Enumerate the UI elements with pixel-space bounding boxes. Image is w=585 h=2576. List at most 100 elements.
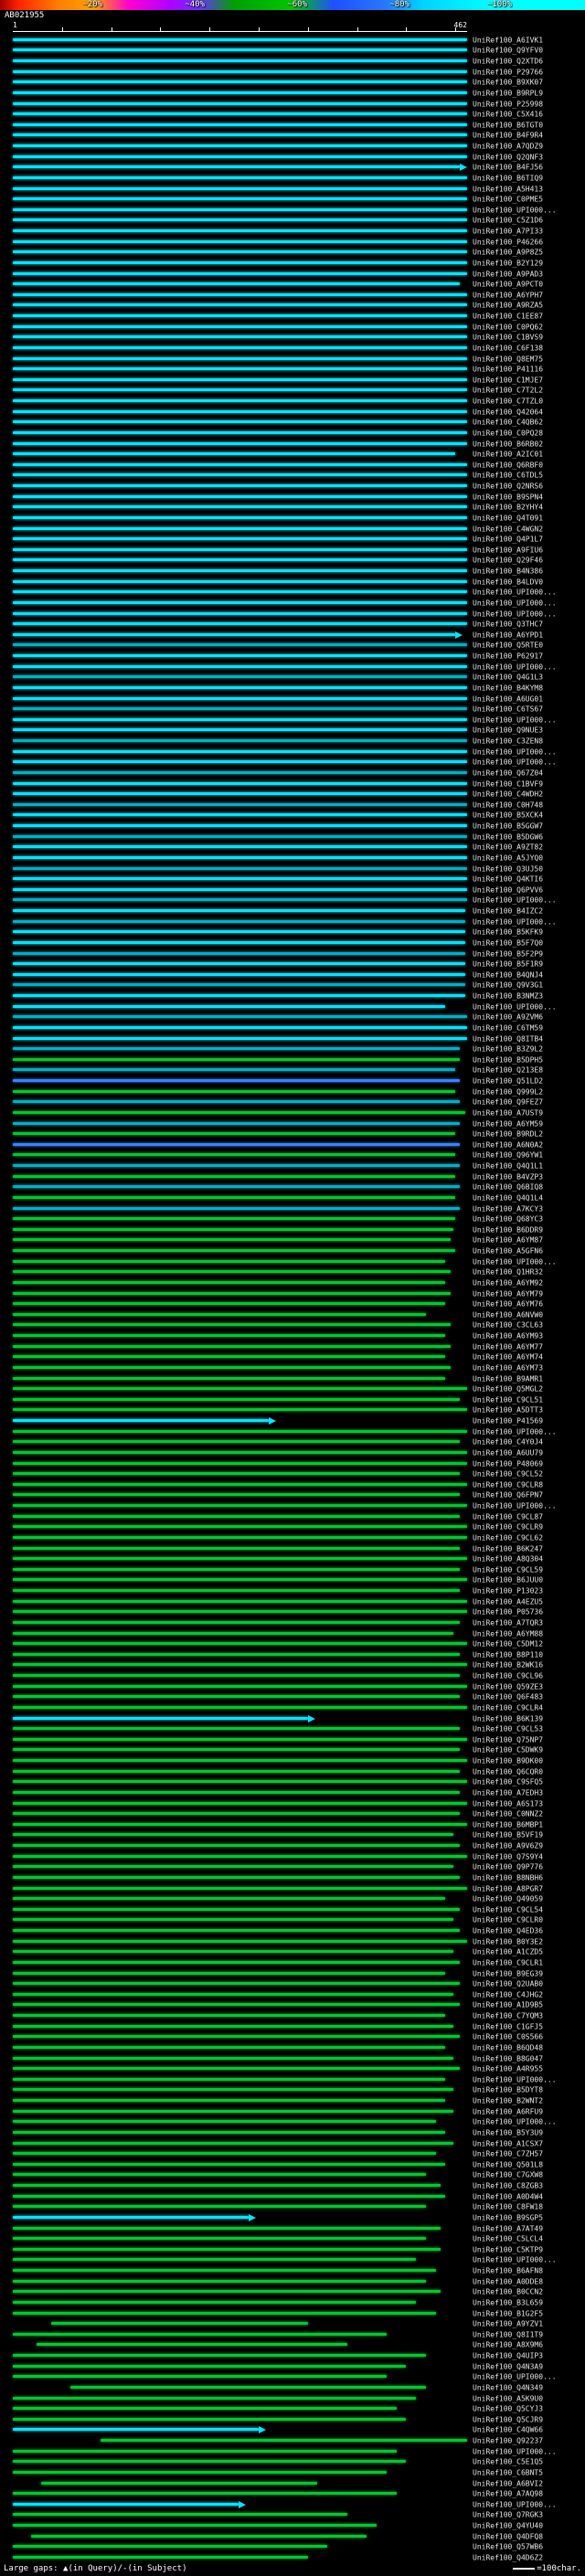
hit-accession-link[interactable]: UniRef100_C5LCL4: [473, 2235, 543, 2243]
alignment-bar[interactable]: [13, 80, 467, 83]
alignment-bar[interactable]: [13, 1738, 467, 1741]
hit-accession-link[interactable]: UniRef100_C4Y0J4: [473, 1438, 543, 1447]
hit-accession-link[interactable]: UniRef100_A1CZD5: [473, 1948, 543, 1956]
hit-accession-link[interactable]: UniRef100_UPI000...: [473, 206, 557, 214]
hit-accession-link[interactable]: UniRef100_C0S566: [473, 2033, 543, 2041]
hit-accession-link[interactable]: UniRef100_B5F7Q0: [473, 938, 543, 947]
hit-accession-link[interactable]: UniRef100_B5KFK9: [473, 928, 543, 937]
hit-accession-link[interactable]: UniRef100_A6UG01: [473, 694, 543, 703]
hit-accession-link[interactable]: UniRef100_B9EG39: [473, 1969, 543, 1977]
hit-accession-link[interactable]: UniRef100_P29766: [473, 68, 543, 76]
hit-accession-link[interactable]: UniRef100_B5F1R9: [473, 960, 543, 969]
hit-accession-link[interactable]: UniRef100_C4QB62: [473, 419, 543, 427]
alignment-bar[interactable]: [13, 293, 467, 296]
hit-accession-link[interactable]: UniRef100_B5DGW6: [473, 832, 543, 841]
hit-accession-link[interactable]: UniRef100_A6YM59: [473, 1119, 543, 1128]
hit-accession-link[interactable]: UniRef100_Q3THC7: [473, 620, 543, 629]
alignment-bar[interactable]: [13, 1727, 460, 1730]
hit-accession-link[interactable]: UniRef100_B3NMZ3: [473, 992, 543, 1001]
alignment-bar[interactable]: [13, 303, 467, 306]
hit-accession-link[interactable]: UniRef100_Q9FEZ7: [473, 1098, 543, 1107]
alignment-bar[interactable]: [13, 38, 467, 41]
hit-accession-link[interactable]: UniRef100_A6BVI2: [473, 2479, 543, 2487]
alignment-bar[interactable]: [13, 2195, 445, 2198]
alignment-bar[interactable]: [13, 2492, 397, 2495]
hit-accession-link[interactable]: UniRef100_UPI000...: [473, 663, 557, 671]
hit-accession-link[interactable]: UniRef100_A7TQR3: [473, 1618, 543, 1627]
alignment-bar[interactable]: [13, 1695, 460, 1698]
alignment-bar[interactable]: [13, 261, 467, 264]
hit-accession-link[interactable]: UniRef100_Q51LD2: [473, 1077, 543, 1086]
hit-accession-link[interactable]: UniRef100_Q49059: [473, 1895, 543, 1903]
alignment-bar[interactable]: [13, 750, 467, 753]
alignment-bar[interactable]: [13, 1812, 460, 1815]
hit-accession-link[interactable]: UniRef100_C1MJE7: [473, 376, 543, 384]
hit-accession-link[interactable]: UniRef100_UPI000...: [473, 747, 557, 756]
hit-accession-link[interactable]: UniRef100_B6DDR9: [473, 1225, 543, 1234]
alignment-bar[interactable]: [13, 1377, 445, 1380]
hit-accession-link[interactable]: UniRef100_C8FW18: [473, 2203, 543, 2211]
hit-accession-link[interactable]: UniRef100_A9RZA5: [473, 302, 543, 310]
hit-accession-link[interactable]: UniRef100_C9CLR1: [473, 1958, 543, 1966]
alignment-bar[interactable]: [13, 2269, 436, 2272]
alignment-bar[interactable]: [13, 1653, 460, 1656]
alignment-bar[interactable]: [37, 2343, 347, 2346]
alignment-bar[interactable]: [13, 1164, 460, 1167]
alignment-bar[interactable]: [13, 452, 455, 455]
hit-accession-link[interactable]: UniRef100_A6YM79: [473, 1289, 543, 1298]
alignment-bar[interactable]: [13, 112, 467, 115]
hit-accession-link[interactable]: UniRef100_C5E1Q5: [473, 2458, 543, 2466]
hit-accession-link[interactable]: UniRef100_B5DYT8: [473, 2086, 543, 2094]
hit-accession-link[interactable]: UniRef100_UPI000...: [473, 1427, 557, 1436]
hit-accession-link[interactable]: UniRef100_Q2UAB0: [473, 1980, 543, 1988]
hit-accession-link[interactable]: UniRef100_A9P8Z5: [473, 249, 543, 257]
hit-accession-link[interactable]: UniRef100_UPI000...: [473, 1257, 557, 1266]
hit-accession-link[interactable]: UniRef100_C0H748: [473, 800, 543, 809]
hit-accession-link[interactable]: UniRef100_B8NBH6: [473, 1873, 543, 1882]
hit-accession-link[interactable]: UniRef100_B1G2F5: [473, 2309, 543, 2317]
alignment-bar[interactable]: [13, 197, 467, 200]
alignment-bar[interactable]: [13, 1345, 451, 1348]
alignment-bar[interactable]: [13, 2301, 416, 2304]
alignment-bar[interactable]: [101, 2439, 467, 2442]
alignment-bar[interactable]: [13, 357, 467, 360]
alignment-bar[interactable]: [13, 1058, 460, 1061]
alignment-bar[interactable]: [13, 952, 465, 955]
hit-accession-link[interactable]: UniRef100_B2WNT2: [473, 2097, 543, 2105]
hit-accession-link[interactable]: UniRef100_Q501L8: [473, 2160, 543, 2168]
hit-accession-link[interactable]: UniRef100_C5DWK9: [473, 1746, 543, 1754]
hit-accession-link[interactable]: UniRef100_A6RFU9: [473, 2107, 543, 2115]
hit-accession-link[interactable]: UniRef100_A9PAD3: [473, 270, 543, 278]
alignment-bar[interactable]: [13, 888, 467, 891]
hit-accession-link[interactable]: UniRef100_Q4YU40: [473, 2522, 543, 2530]
hit-accession-link[interactable]: UniRef100_A7UST9: [473, 1108, 543, 1117]
alignment-bar[interactable]: [13, 1260, 445, 1263]
hit-accession-link[interactable]: UniRef100_A5DTT3: [473, 1406, 543, 1415]
hit-accession-link[interactable]: UniRef100_Q67Z04: [473, 769, 543, 777]
alignment-bar[interactable]: [13, 272, 467, 275]
hit-accession-link[interactable]: UniRef100_B5VF19: [473, 1831, 543, 1839]
hit-accession-link[interactable]: UniRef100_A7EDH3: [473, 1788, 543, 1797]
hit-accession-link[interactable]: UniRef100_A7PI33: [473, 228, 543, 236]
alignment-bar[interactable]: [13, 877, 467, 880]
hit-accession-link[interactable]: UniRef100_A9PCT0: [473, 281, 543, 289]
alignment-bar[interactable]: [13, 930, 465, 933]
hit-accession-link[interactable]: UniRef100_A0DDE8: [473, 2277, 543, 2285]
alignment-bar[interactable]: [13, 1759, 467, 1762]
hit-accession-link[interactable]: UniRef100_UPI000...: [473, 758, 557, 767]
alignment-bar[interactable]: [13, 2524, 377, 2527]
hit-accession-link[interactable]: UniRef100_A4R955: [473, 2065, 543, 2073]
hit-accession-link[interactable]: UniRef100_UPI000...: [473, 896, 557, 905]
hit-accession-link[interactable]: UniRef100_B5GGW7: [473, 822, 543, 831]
alignment-bar[interactable]: [13, 1674, 460, 1677]
alignment-bar[interactable]: [13, 1568, 460, 1571]
alignment-bar[interactable]: [13, 1451, 467, 1454]
hit-accession-link[interactable]: UniRef100_C4WDH2: [473, 790, 543, 799]
alignment-bar[interactable]: [13, 2120, 436, 2123]
alignment-bar[interactable]: [13, 1950, 453, 1953]
hit-accession-link[interactable]: UniRef100_C9CLR0: [473, 1916, 543, 1924]
hit-accession-link[interactable]: UniRef100_C1BVF9: [473, 779, 543, 788]
alignment-bar[interactable]: [13, 1748, 460, 1751]
alignment-bar[interactable]: [13, 48, 467, 51]
hit-accession-link[interactable]: UniRef100_Q4Q1L4: [473, 1193, 543, 1202]
